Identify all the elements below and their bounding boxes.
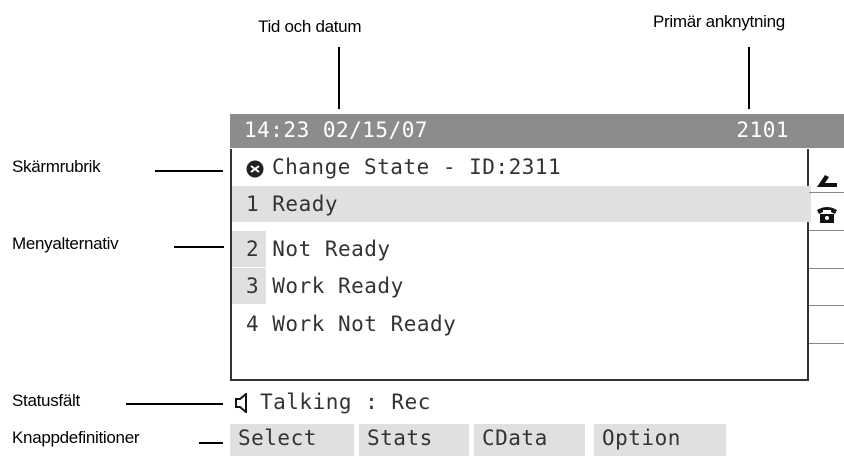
softkey-label: Select bbox=[238, 426, 317, 450]
status-text: Talking : Rec bbox=[260, 390, 431, 414]
menu-panel: Change State - ID:2311 1 Ready 2 Not Rea… bbox=[230, 149, 811, 381]
callout-line-extension bbox=[748, 47, 750, 109]
menu-item-ready[interactable]: 1 Ready bbox=[232, 186, 811, 222]
softkey-stats[interactable]: Stats bbox=[359, 424, 469, 456]
phone-icon bbox=[817, 207, 837, 223]
softkey-select[interactable]: Select bbox=[230, 424, 354, 456]
time-date-display: 14:23 02/15/07 bbox=[244, 118, 429, 142]
callout-primary-extension: Primär anknytning bbox=[653, 12, 785, 31]
status-field: Talking : Rec bbox=[230, 382, 809, 418]
callout-time-date: Tid och datum bbox=[258, 17, 362, 36]
callout-menu-options: Menyalternativ bbox=[12, 234, 119, 253]
softkey-cdata[interactable]: CData bbox=[474, 424, 585, 456]
screen-title: Change State - ID:2311 bbox=[272, 155, 562, 179]
primary-extension-display: 2101 bbox=[736, 118, 789, 142]
callout-line-keys bbox=[199, 442, 223, 444]
menu-item-label: 2 Not Ready bbox=[246, 237, 391, 261]
softkey-label: Option bbox=[602, 426, 681, 450]
callout-line-title bbox=[155, 170, 223, 172]
line-icon-handset[interactable] bbox=[815, 167, 839, 191]
menu-item-label: 4 Work Not Ready bbox=[246, 312, 457, 336]
softkey-label: CData bbox=[482, 426, 548, 450]
softkey-label: Stats bbox=[367, 426, 433, 450]
softkey-option[interactable]: Option bbox=[594, 424, 726, 456]
callout-line-menu bbox=[174, 246, 224, 248]
menu-item-work-ready[interactable]: 3 Work Ready bbox=[232, 268, 811, 304]
menu-item-work-not-ready[interactable]: 4 Work Not Ready bbox=[232, 306, 811, 342]
state-icon bbox=[246, 160, 264, 178]
phone-header-bar: 14:23 02/15/07 2101 bbox=[230, 114, 844, 148]
line-icon-phone[interactable] bbox=[815, 204, 839, 226]
screen-title-row: Change State - ID:2311 bbox=[232, 149, 811, 185]
callout-status-field: Statusfält bbox=[12, 391, 80, 410]
speaker-icon bbox=[235, 393, 247, 413]
callout-key-definitions: Knappdefinitioner bbox=[12, 428, 140, 447]
menu-item-label: 1 Ready bbox=[246, 192, 339, 216]
handset-offhook-icon bbox=[817, 175, 837, 187]
callout-line-status bbox=[126, 403, 223, 405]
callout-screen-title: Skärmrubrik bbox=[12, 157, 101, 176]
menu-item-not-ready[interactable]: 2 Not Ready bbox=[232, 231, 811, 267]
callout-line-time bbox=[338, 47, 340, 109]
menu-item-label: 3 Work Ready bbox=[246, 274, 404, 298]
